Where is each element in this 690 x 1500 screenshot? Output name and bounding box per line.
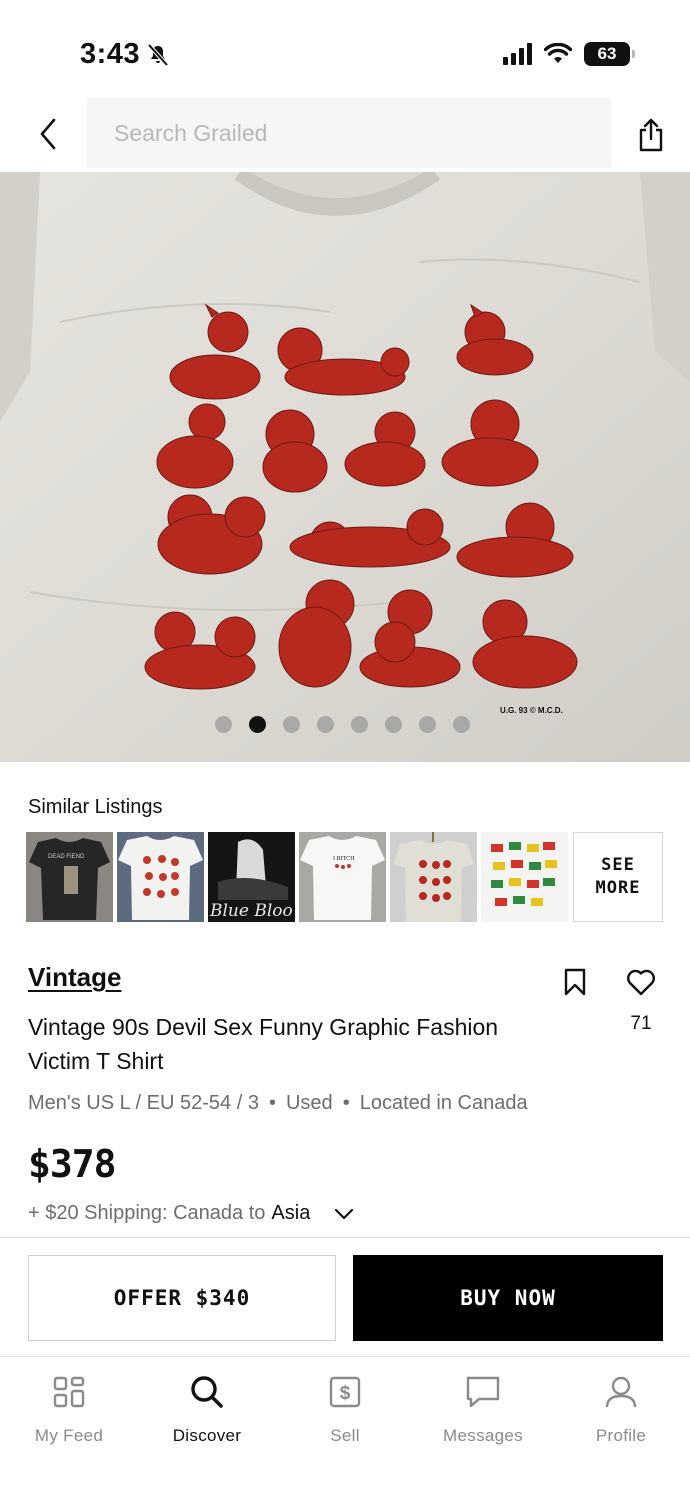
separator-dot: • (268, 1092, 276, 1114)
thumb-text: Blue Bloo (209, 901, 293, 921)
search-bar[interactable] (87, 98, 611, 168)
clock: 3:43 (80, 38, 141, 70)
similar-listing-thumb[interactable]: Blue Bloo (208, 832, 295, 922)
search-icon (187, 1372, 227, 1412)
shipping-label: + $20 Shipping: Canada to (28, 1202, 266, 1224)
like-count: 71 (630, 1013, 652, 1034)
tab-my-feed[interactable]: My Feed (0, 1358, 138, 1500)
tab-messages[interactable]: Messages (414, 1358, 552, 1500)
listing-title: Vintage 90s Devil Sex Funny Graphic Fash… (28, 1014, 499, 1074)
share-icon (639, 118, 663, 152)
price: $378 (28, 1142, 117, 1186)
listing-meta: Men's US L / EU 52-54 / 3 • Used • Locat… (28, 1092, 528, 1115)
carousel-dot-active[interactable] (249, 716, 266, 733)
status-time: 3:43 (80, 38, 170, 71)
condition-label: Used (285, 1092, 333, 1114)
cell-signal-icon (503, 43, 532, 65)
chevron-down-icon (335, 1208, 354, 1219)
location-label: Located in Canada (359, 1092, 528, 1114)
offer-button[interactable]: OFFER $340 (28, 1255, 336, 1341)
svg-text:$: $ (340, 1383, 351, 1404)
carousel-dot[interactable] (317, 716, 334, 733)
carousel-dots (215, 716, 470, 733)
print-mark: U.G. 93 © M.C.D. (500, 706, 563, 715)
like-button[interactable] (626, 968, 656, 996)
carousel-dot[interactable] (351, 716, 368, 733)
top-nav (0, 96, 690, 172)
back-button[interactable] (30, 114, 66, 154)
listing-photo-carousel[interactable]: U.G. 93 © M.C.D. (0, 172, 690, 762)
similar-listing-thumb[interactable] (117, 832, 204, 922)
tab-label: Profile (595, 1426, 647, 1445)
battery-icon: 63 (584, 42, 635, 66)
shipping-destination: Asia (271, 1202, 311, 1224)
carousel-dot[interactable] (385, 716, 402, 733)
dollar-icon: $ (325, 1372, 365, 1412)
status-bar: 3:43 63 (0, 0, 690, 96)
similar-listing-thumb[interactable]: DEAD FIEND (26, 832, 113, 922)
carousel-dot[interactable] (215, 716, 232, 733)
similar-listing-thumb[interactable]: I BITCH (299, 832, 386, 922)
wifi-icon (544, 43, 572, 63)
carousel-dot[interactable] (283, 716, 300, 733)
size-label: Men's US L / EU 52-54 / 3 (28, 1092, 259, 1114)
similar-listing-thumb[interactable] (481, 832, 568, 922)
similar-listing-thumb[interactable] (390, 832, 477, 922)
heart-icon (627, 969, 655, 996)
person-icon (601, 1372, 641, 1412)
bookmark-icon (564, 968, 586, 996)
designer-link[interactable]: Vintage (28, 962, 121, 993)
thumb-text: DEAD FIEND (48, 854, 85, 860)
thumb-text: I BITCH (333, 856, 355, 862)
status-indicators: 63 (503, 42, 635, 66)
bottom-tab-bar: My Feed Discover $ Sell Messages Profile (0, 1358, 690, 1500)
save-button[interactable] (564, 968, 586, 996)
chevron-left-icon (40, 118, 56, 150)
carousel-dot[interactable] (453, 716, 470, 733)
tshirt-photo: U.G. 93 © M.C.D. (0, 172, 690, 762)
bell-muted-icon (147, 43, 169, 66)
tab-label: Sell (330, 1426, 360, 1445)
see-more-label: SEE MORE (595, 855, 641, 898)
see-more-button[interactable]: SEE MORE (573, 832, 663, 922)
share-button[interactable] (632, 114, 670, 156)
buy-now-button[interactable]: BUY NOW (353, 1255, 663, 1341)
purchase-action-bar: OFFER $340 BUY NOW (0, 1237, 690, 1357)
similar-listings-row: DEAD FIEND Blue Bloo I BITCH SEE MORE (26, 832, 663, 922)
message-icon (463, 1372, 503, 1412)
tab-label: My Feed (34, 1426, 104, 1445)
tab-sell[interactable]: $ Sell (276, 1358, 414, 1500)
search-input[interactable] (114, 119, 611, 147)
tab-profile[interactable]: Profile (552, 1358, 690, 1500)
carousel-dot[interactable] (419, 716, 436, 733)
tab-label: Discover (172, 1426, 242, 1445)
tab-label: Messages (443, 1426, 523, 1445)
grid-icon (49, 1372, 89, 1412)
tab-discover[interactable]: Discover (138, 1358, 276, 1500)
similar-listings-title: Similar Listings (28, 796, 163, 818)
separator-dot: • (342, 1092, 350, 1114)
shipping-selector[interactable]: + $20 Shipping: Canada to Asia (28, 1202, 354, 1225)
